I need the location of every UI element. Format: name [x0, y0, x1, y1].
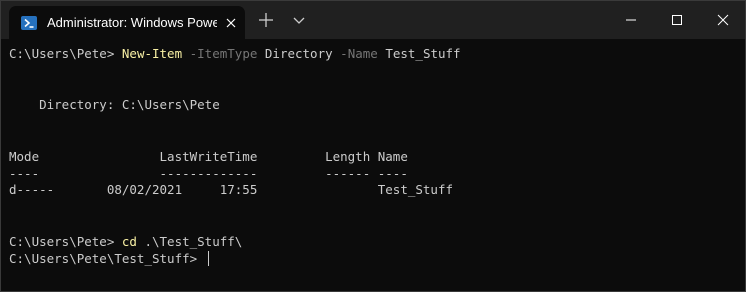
current-prompt-line[interactable]: C:\Users\Pete\Test_Stuff>: [9, 250, 209, 267]
parameter: -ItemType: [182, 46, 258, 61]
argument: Test_Stuff: [377, 46, 461, 61]
cmdlet: New-Item: [121, 46, 183, 61]
new-tab-button[interactable]: [255, 9, 277, 31]
column-headers: Mode LastWriteTime Length Name: [9, 149, 408, 164]
argument: .\Test_Stuff\: [136, 234, 243, 249]
tab-title: Administrator: Windows PowerShell: [47, 15, 217, 30]
prompt: C:\Users\Pete>: [9, 46, 122, 61]
parameter: -Name: [332, 46, 378, 61]
directory-row: d----- 08/02/2021 17:55 Test_Stuff: [9, 182, 454, 197]
text-cursor: [207, 251, 209, 266]
column-underlines: ---- ------------- ------ ----: [9, 166, 408, 181]
title-bar[interactable]: Administrator: Windows PowerShell: [1, 1, 745, 39]
close-tab-icon[interactable]: [223, 15, 239, 31]
powershell-icon: [21, 15, 37, 31]
argument: Directory: [257, 46, 333, 61]
prompt: C:\Users\Pete\Test_Stuff>: [9, 251, 205, 266]
cmdlet: cd: [121, 234, 137, 249]
chevron-down-icon[interactable]: [288, 9, 310, 31]
maximize-button[interactable]: [654, 1, 700, 39]
command-line-cd: C:\Users\Pete> cd .\Test_Stuff\: [9, 233, 242, 250]
terminal-window: Administrator: Windows PowerShell: [0, 0, 746, 292]
command-line-new-item: C:\Users\Pete> New-Item -ItemType Direct…: [9, 45, 461, 62]
minimize-button[interactable]: [608, 1, 654, 39]
prompt: C:\Users\Pete>: [9, 234, 122, 249]
terminal-output[interactable]: C:\Users\Pete> New-Item -ItemType Direct…: [1, 39, 745, 291]
directory-label: Directory: C:\Users\Pete: [9, 97, 220, 112]
tab-powershell[interactable]: Administrator: Windows PowerShell: [9, 6, 245, 39]
close-window-button[interactable]: [700, 1, 746, 39]
